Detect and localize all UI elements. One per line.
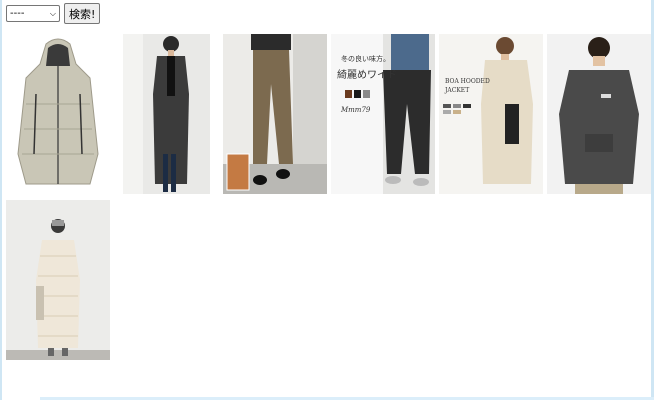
promo-title-line2: JACKET xyxy=(445,87,470,94)
chevron-down-icon: ⌵ xyxy=(49,8,56,18)
chino-pants-image xyxy=(223,34,327,194)
promo-headline: 綺麗めワイド xyxy=(337,70,397,81)
long-coat-image xyxy=(123,34,210,194)
category-select[interactable]: ---- ⌵ xyxy=(6,5,60,22)
search-controls: ---- ⌵ 検索! xyxy=(6,3,101,24)
product-thumb-quilted-coat[interactable] xyxy=(6,200,110,360)
promo-title-line1: BOA HOODED xyxy=(445,78,490,85)
category-select-value: ---- xyxy=(10,8,25,19)
product-thumb-hooded-down-jacket[interactable] xyxy=(6,34,110,194)
frame-left-border xyxy=(0,0,2,400)
boa-jacket-image xyxy=(439,34,543,194)
search-button[interactable]: 検索! xyxy=(64,3,101,24)
product-thumb-long-coat[interactable] xyxy=(123,34,210,194)
promo-tagline: 冬の良い味方。 xyxy=(341,55,390,63)
product-thumb-chino-pants[interactable] xyxy=(223,34,327,194)
gray-hoodie-image xyxy=(547,34,651,194)
quilted-coat-image xyxy=(6,200,110,360)
product-thumb-wide-pants[interactable]: 冬の良い味方。 綺麗めワイド Mmm79 xyxy=(331,34,435,194)
product-thumb-boa-jacket[interactable]: BOA HOODED JACKET xyxy=(439,34,543,194)
product-thumb-gray-hoodie[interactable] xyxy=(547,34,651,194)
down-jacket-image xyxy=(6,34,110,194)
promo-brand: Mmm79 xyxy=(341,106,371,114)
